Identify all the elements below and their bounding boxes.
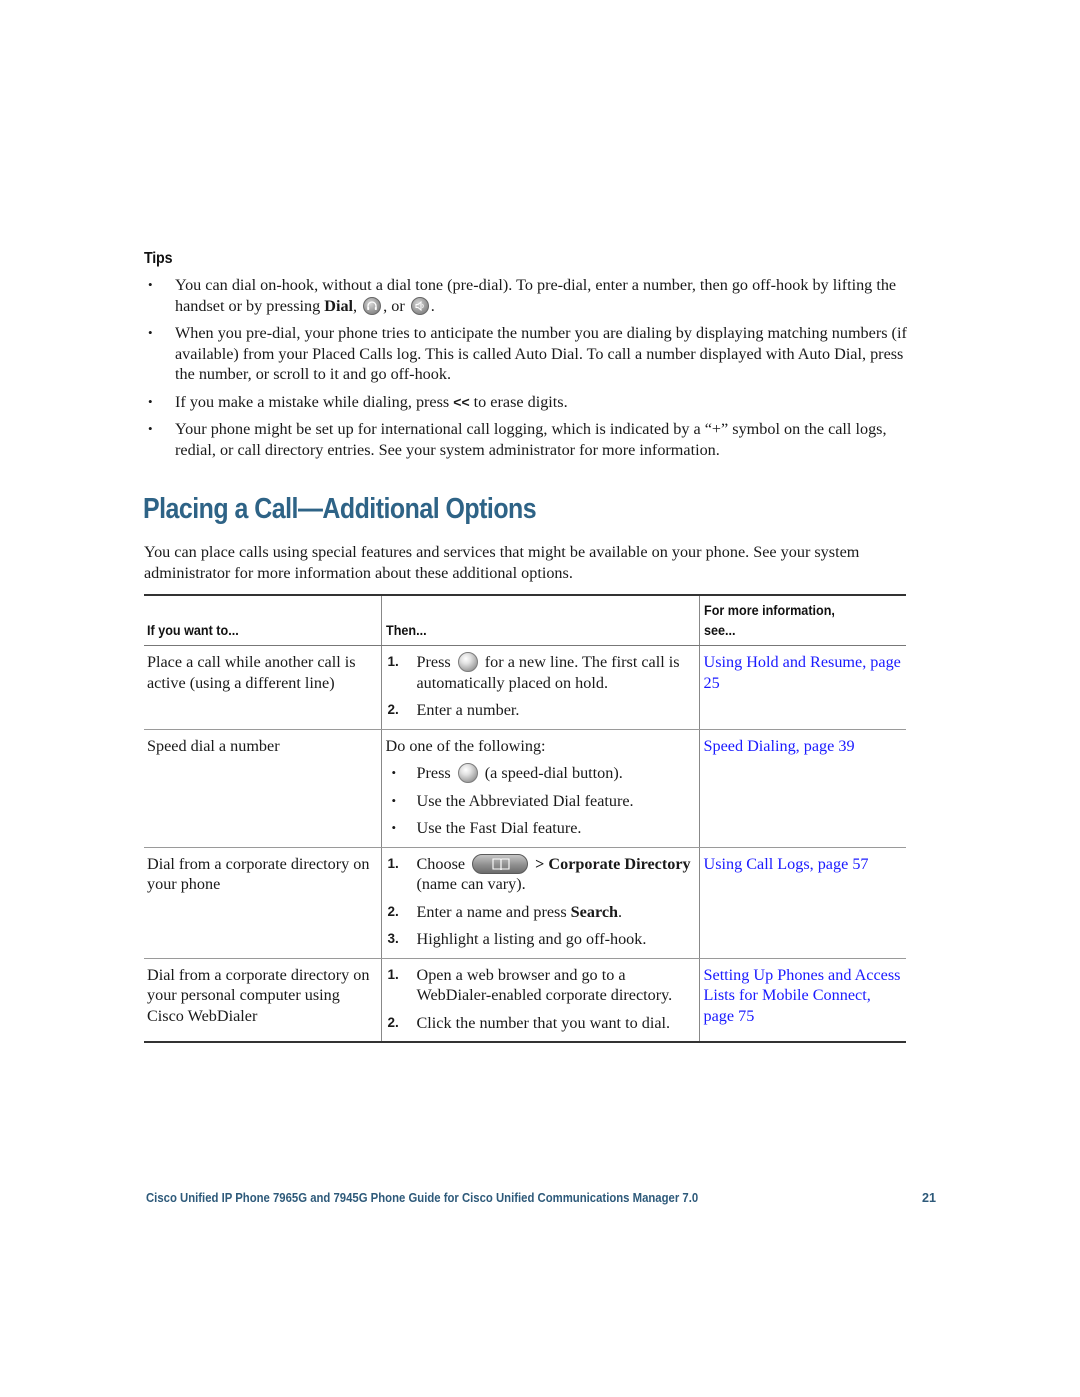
steps-list: 1. Press for a new line. The first call i… [386, 652, 695, 721]
cell-see: Speed Dialing, page 39 [698, 729, 906, 848]
step-item: 2. Click the number that you want to dial… [387, 1013, 671, 1032]
bullet-icon: • [391, 792, 397, 808]
link-call-logs[interactable]: Using Call Logs, page 57 [704, 855, 869, 873]
options-table: If you want to... Then... For more infor… [144, 594, 906, 1043]
column-header-see: For more information, see... [698, 595, 906, 646]
bullet-item: • Use the Abbreviated Dial feature. [391, 791, 634, 810]
tip-item: • When you pre-dial, your phone tries to… [148, 324, 907, 383]
step-item: 1. Choose > Corporate Directory (name can… [387, 853, 691, 893]
table-row: Dial from a corporate directory on your … [144, 847, 906, 959]
step-item: 1. Press for a new line. The first call i… [387, 652, 680, 692]
tip-item: • You can dial on-hook, without a dial t… [148, 276, 897, 315]
tip-item: • If you make a mistake while dialing, p… [148, 392, 568, 411]
bullets-list: • Press (a speed-dial button). • Use the A… [386, 763, 695, 839]
bullet-icon: • [391, 820, 397, 835]
cell-see: Setting Up Phones and Access Lists for M… [698, 958, 906, 1042]
cell-then: 1. Press for a new line. The first call i… [380, 645, 699, 730]
tips-list: • You can dial on-hook, without a dial t… [144, 275, 914, 467]
footer-title: Cisco Unified IP Phone 7965G and 7945G P… [146, 1191, 699, 1205]
link-mobile-connect[interactable]: Setting Up Phones and Access Lists for M… [704, 966, 901, 1025]
document-page: Tips • You can dial on-hook, without a d… [0, 0, 1080, 1397]
step-item: 2. Enter a name and press Search. [387, 902, 623, 921]
table-row: Speed dial a number Do one of the follow… [144, 729, 906, 848]
bullet-item: • Use the Fast Dial feature. [391, 819, 582, 837]
cell-want: Place a call while another call is activ… [144, 645, 381, 730]
tips-heading: Tips [144, 250, 173, 267]
column-header-want: If you want to... [144, 595, 381, 646]
bullet-icon: • [148, 325, 153, 340]
directories-button-icon [472, 853, 529, 874]
table-row: Place a call while another call is activ… [144, 645, 906, 730]
cell-want: Dial from a corporate directory on your … [147, 965, 370, 1025]
cell-then: 1. Open a web browser and go to a WebDial… [380, 958, 699, 1042]
column-header-then: Then... [380, 595, 699, 646]
cell-want: Dial from a corporate directory on your … [144, 847, 381, 959]
bullet-icon: • [148, 421, 153, 436]
steps-list: 1. Choose > Corporate Directory (name can… [386, 853, 695, 950]
page-footer: Cisco Unified IP Phone 7965G and 7945G P… [146, 1191, 936, 1205]
table-row: Dial from a corporate directory on your … [144, 958, 906, 1042]
bullet-icon: • [148, 393, 153, 409]
bullet-icon: • [391, 765, 397, 780]
line-button-icon [457, 652, 478, 672]
link-hold-resume[interactable]: Using Hold and Resume, page 25 [704, 653, 901, 692]
cell-see: Using Call Logs, page 57 [698, 847, 906, 959]
step-item: 1. Open a web browser and go to a WebDial… [387, 965, 673, 1005]
step-item: 2. Enter a number. [387, 701, 520, 719]
tip-item: • Your phone might be set up for interna… [148, 420, 887, 459]
dial-softkey-label: Dial [324, 296, 354, 315]
cell-want: Speed dial a number [144, 729, 381, 848]
section-intro: You can place calls using special featur… [144, 543, 860, 582]
page-number: 21 [921, 1191, 936, 1205]
bullet-item: • Press (a speed-dial button). [391, 763, 623, 783]
steps-list: 1. Open a web browser and go to a WebDial… [386, 965, 695, 1034]
bullet-icon: • [148, 277, 153, 292]
backspace-softkey-label: << [453, 393, 470, 410]
speed-dial-button-icon [457, 763, 478, 783]
headset-button-icon [363, 296, 382, 315]
table-header-row: If you want to... Then... For more infor… [144, 595, 906, 646]
step-item: 3. Highlight a listing and go off-hook. [387, 930, 647, 948]
link-speed-dialing[interactable]: Speed Dialing, page 39 [704, 737, 855, 755]
cell-see: Using Hold and Resume, page 25 [698, 645, 906, 730]
section-title: Placing a Call—Additional Options [143, 493, 537, 525]
cell-then: 1. Choose > Corporate Directory (name can… [380, 847, 699, 959]
speaker-button-icon [410, 296, 429, 315]
cell-then: Do one of the following: • Press (a speed… [380, 729, 699, 848]
